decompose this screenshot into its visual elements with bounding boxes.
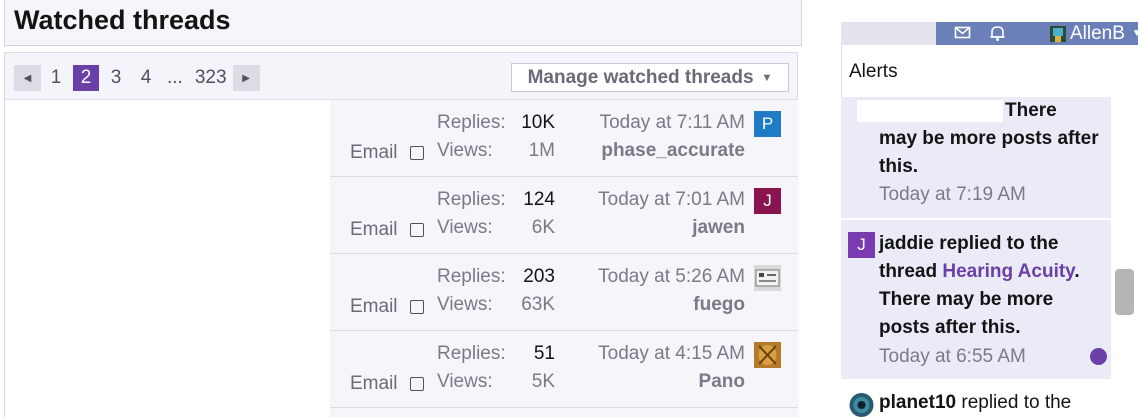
caret-down-icon: ▼	[761, 71, 773, 84]
thread-row[interactable]: Email Replies: 51 Views: 5K Today at 4:1…	[330, 331, 798, 408]
replies-label: Replies:	[437, 343, 506, 364]
alert-user[interactable]: jaddie	[879, 233, 934, 254]
avatar[interactable]	[754, 265, 781, 291]
email-checkbox[interactable]	[409, 300, 424, 314]
thread-row[interactable]: Email Replies: 203 Views: 63K Today at 5…	[330, 254, 798, 331]
page-gap[interactable]: ...	[167, 67, 183, 89]
email-label: Email	[350, 373, 398, 394]
alert-item[interactable]: planet10 replied to the	[841, 381, 1111, 417]
email-checkbox[interactable]	[409, 146, 424, 160]
replies-label: Replies:	[437, 189, 506, 210]
avatar[interactable]: J	[848, 232, 875, 258]
email-toggle[interactable]: Email	[350, 296, 424, 318]
views-count: 1M	[528, 140, 555, 161]
scrollbar-thumb[interactable]	[1115, 269, 1134, 315]
views-count: 63K	[521, 294, 555, 315]
block-header: ◀ 1 2 3 4 ... 323 ▶ Manage watched threa…	[5, 53, 797, 100]
bell-icon[interactable]	[989, 24, 1006, 47]
caret-down-icon: ▼	[1131, 28, 1138, 39]
alert-text: There	[857, 97, 1097, 125]
last-poster[interactable]: jawen	[692, 217, 745, 239]
thread-row[interactable]: Email Replies: 10K Views: 1M Today at 7:…	[330, 100, 798, 177]
email-checkbox[interactable]	[409, 377, 424, 391]
page-title: Watched threads	[14, 5, 231, 35]
page-link-1[interactable]: 1	[43, 65, 69, 91]
user-menu[interactable]: AllenB ▼	[1050, 22, 1138, 45]
page-link-3[interactable]: 3	[103, 65, 129, 91]
alert-message: may be more posts after this.	[879, 128, 1099, 177]
unread-indicator[interactable]	[1090, 348, 1107, 365]
last-post-time[interactable]: Today at 4:15 AM	[598, 343, 745, 365]
mail-icon[interactable]	[954, 24, 971, 46]
last-post-time[interactable]: Today at 7:01 AM	[598, 189, 745, 211]
views-label: Views:	[437, 371, 493, 392]
avatar[interactable]	[848, 392, 875, 417]
alert-verb: replied to the	[961, 392, 1072, 413]
manage-watched-threads-button[interactable]: Manage watched threads ▼	[511, 63, 789, 92]
alert-lead: There	[1005, 100, 1057, 121]
avatar[interactable]: J	[754, 188, 781, 214]
last-poster[interactable]: phase_accurate	[601, 140, 745, 162]
alert-item[interactable]: J jaddie replied to the thread Hearing A…	[841, 220, 1111, 380]
page-link-2-current[interactable]: 2	[73, 65, 99, 91]
replies-count: 51	[533, 343, 555, 364]
views-label: Views:	[437, 294, 493, 315]
email-label: Email	[350, 142, 398, 163]
page-title-bar: Watched threads	[4, 0, 802, 46]
alerts-list: There may be more posts after this. Toda…	[841, 97, 1111, 417]
caret-right-icon[interactable]: ▶	[232, 65, 260, 91]
page-link-4[interactable]: 4	[133, 65, 159, 91]
email-toggle[interactable]: Email	[350, 142, 424, 164]
manage-button-label: Manage watched threads	[527, 66, 754, 88]
alert-text: may be more posts after this.	[879, 125, 1099, 181]
alert-thread-link[interactable]: Hearing Acuity	[942, 261, 1074, 282]
alert-text: planet10 replied to the	[879, 389, 1099, 417]
replies-label: Replies:	[437, 266, 506, 287]
pagination: ◀ 1 2 3 4 ... 323 ▶	[14, 65, 260, 91]
email-checkbox[interactable]	[409, 223, 424, 237]
email-label: Email	[350, 219, 398, 240]
last-poster[interactable]: Pano	[699, 371, 745, 393]
last-post-time[interactable]: Today at 5:26 AM	[598, 266, 745, 288]
avatar[interactable]	[754, 342, 781, 368]
views-label: Views:	[437, 217, 493, 238]
avatar	[1050, 25, 1066, 42]
last-post-time[interactable]: Today at 7:11 AM	[600, 112, 745, 134]
alert-time[interactable]: Today at 6:55 AM	[879, 346, 1026, 368]
email-toggle[interactable]: Email	[350, 373, 424, 395]
replies-count: 10K	[521, 112, 555, 133]
views-label: Views:	[437, 140, 493, 161]
username: AllenB	[1070, 22, 1125, 44]
thread-row-partial	[330, 408, 798, 417]
user-navbar: AllenB ▼	[936, 22, 1138, 45]
alert-text: jaddie replied to the thread Hearing Acu…	[879, 230, 1099, 342]
thread-list: Email Replies: 10K Views: 1M Today at 7:…	[330, 100, 798, 417]
views-count: 6K	[531, 217, 555, 238]
email-label: Email	[350, 296, 398, 317]
page-link-last[interactable]: 323	[191, 65, 231, 91]
views-count: 5K	[531, 371, 555, 392]
alert-user[interactable]: planet10	[879, 392, 956, 413]
redacted-block	[857, 99, 1003, 122]
thread-row[interactable]: Email Replies: 124 Views: 6K Today at 7:…	[330, 177, 798, 254]
replies-count: 124	[523, 189, 555, 210]
caret-left-icon[interactable]: ◀	[14, 65, 41, 91]
alerts-scrollbar[interactable]	[1111, 97, 1138, 417]
avatar[interactable]: P	[754, 111, 781, 137]
email-toggle[interactable]: Email	[350, 219, 424, 241]
replies-label: Replies:	[437, 112, 506, 133]
alert-item[interactable]: There may be more posts after this. Toda…	[841, 97, 1111, 219]
alert-time[interactable]: Today at 7:19 AM	[879, 184, 1026, 206]
last-poster[interactable]: fuego	[693, 294, 745, 316]
alerts-heading: Alerts	[849, 61, 898, 82]
replies-count: 203	[523, 266, 555, 287]
